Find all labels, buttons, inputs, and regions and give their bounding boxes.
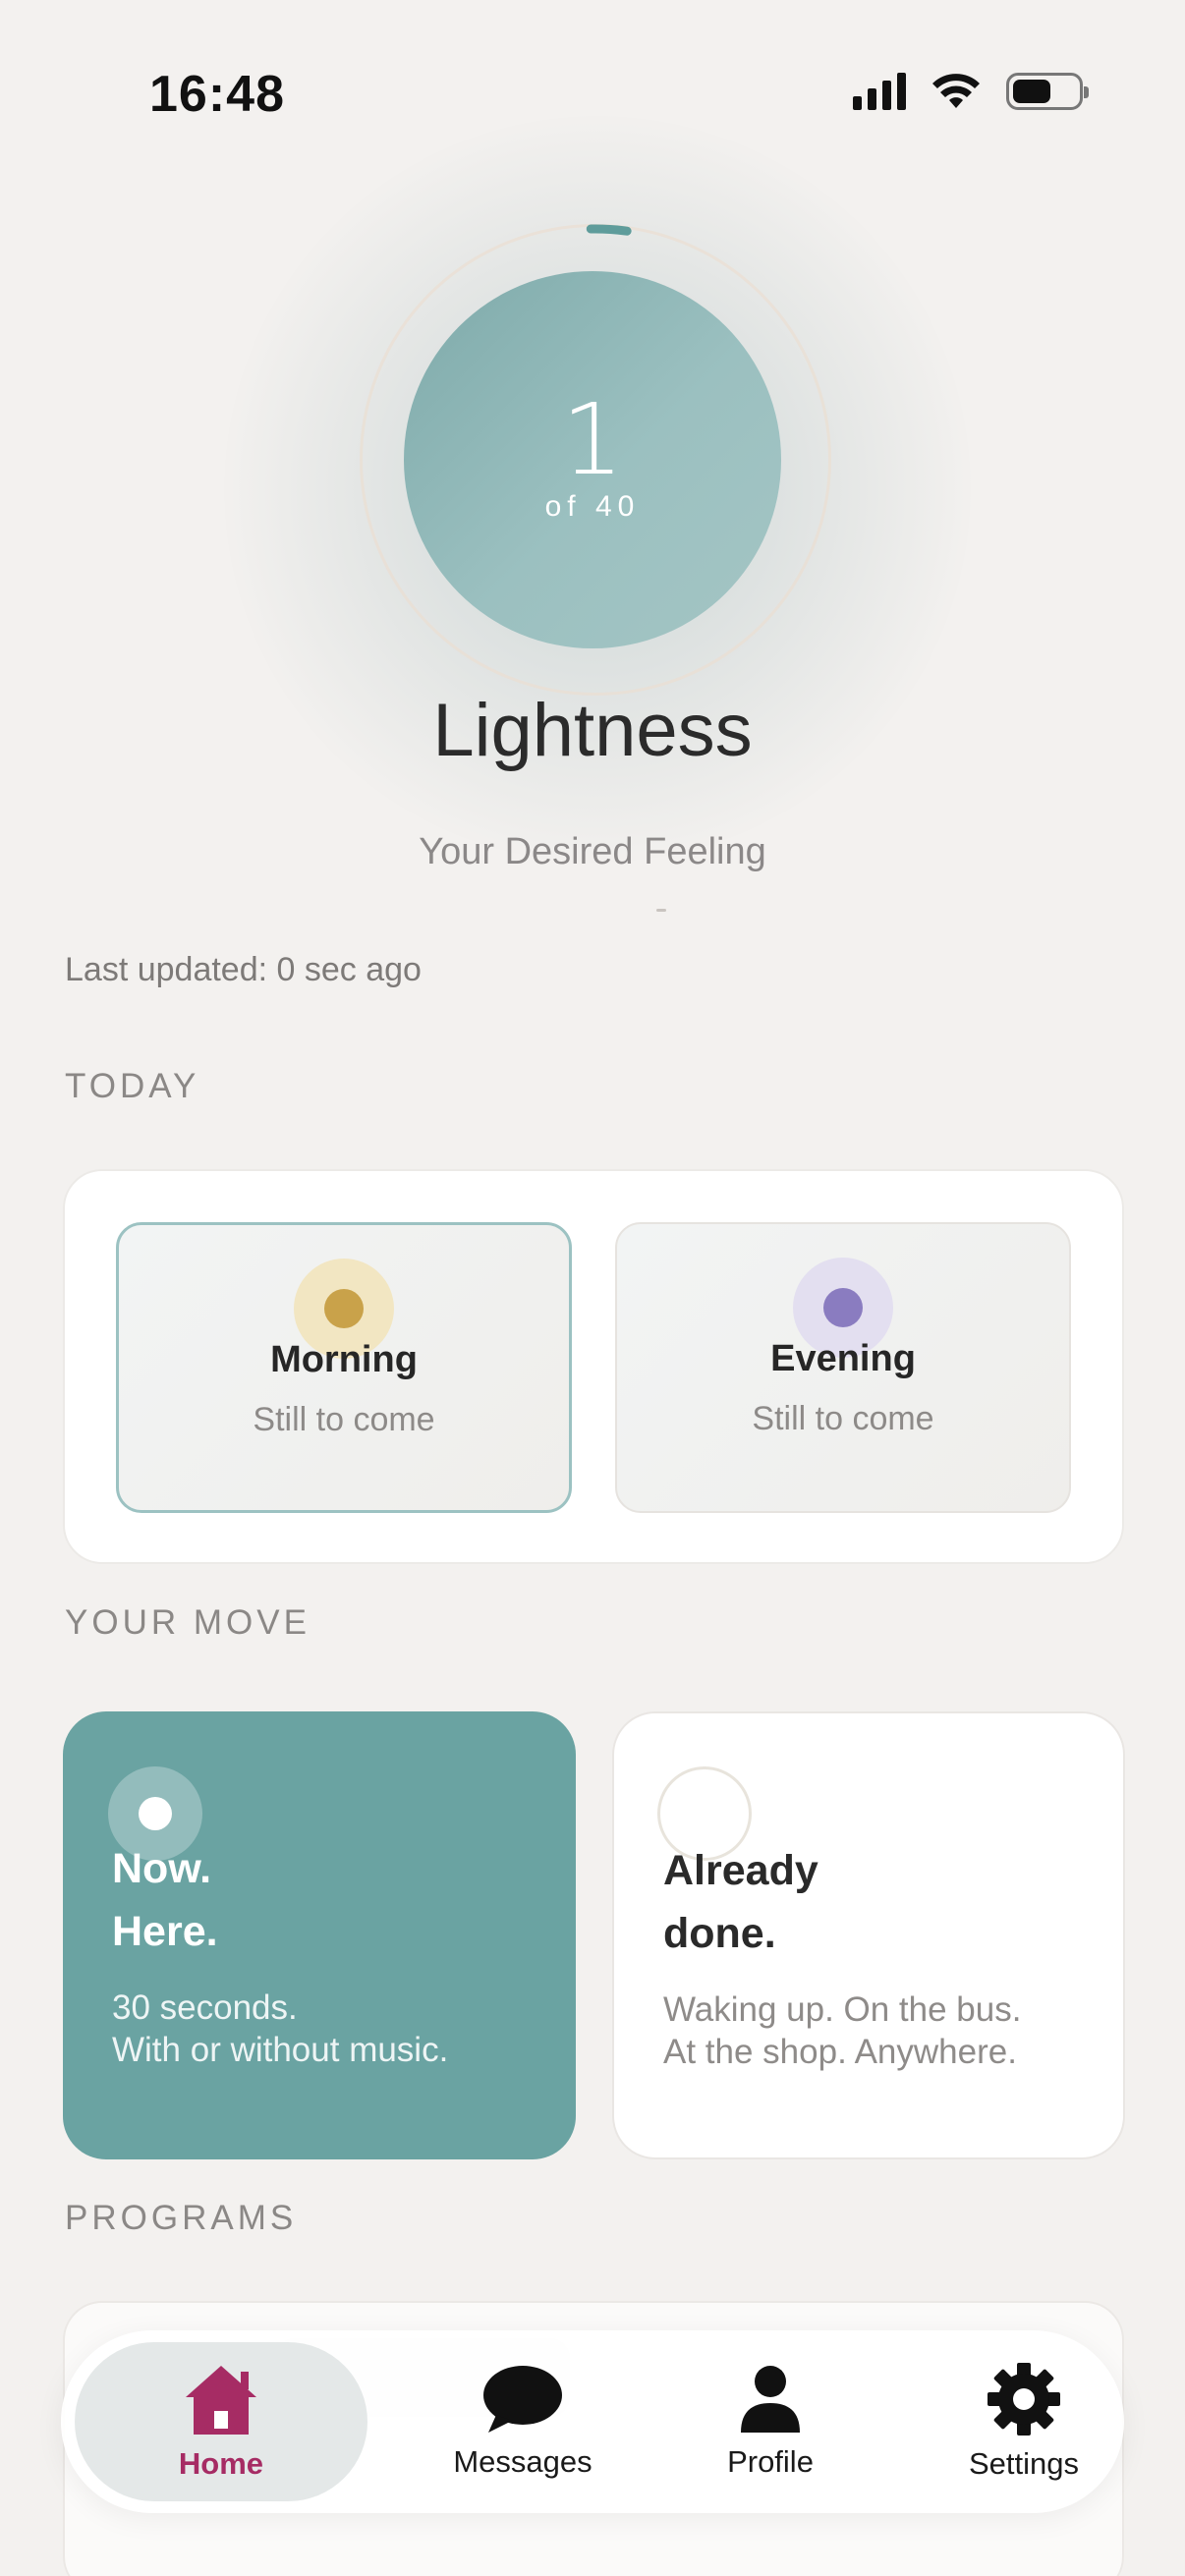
slot-status: Still to come [752, 1400, 934, 1437]
progress-total: of 40 [544, 490, 641, 523]
feeling-title: Lightness [432, 689, 753, 772]
evening-slot[interactable]: Evening Still to come [615, 1222, 1071, 1513]
section-label-programs: PROGRAMS [65, 2199, 298, 2237]
card-title: Now. Here. [112, 1845, 218, 1955]
battery-icon [1006, 73, 1089, 110]
person-icon [741, 2366, 800, 2433]
status-time: 16:48 [149, 66, 285, 123]
slot-title: Morning [270, 1339, 418, 1380]
tab-profile[interactable]: Profile [643, 2330, 898, 2513]
cellular-signal-icon [853, 73, 906, 110]
tab-label: Home [178, 2446, 264, 2481]
slot-title: Evening [770, 1338, 916, 1379]
tab-label: Settings [968, 2446, 1079, 2481]
now-here-card[interactable]: Now. Here. 30 seconds. With or without m… [63, 1711, 576, 2159]
tab-label: Messages [453, 2444, 592, 2479]
house-icon [186, 2366, 256, 2435]
tab-home[interactable]: Home [75, 2342, 367, 2501]
tab-messages[interactable]: Messages [395, 2330, 650, 2513]
card-body: Waking up. On the bus. At the shop. Anyw… [663, 1990, 1022, 2071]
slot-status: Still to come [253, 1401, 435, 1438]
last-updated-text: Last updated: 0 sec ago [65, 951, 422, 988]
wifi-icon [932, 74, 980, 108]
status-icons [853, 73, 1089, 110]
feeling-subtitle: Your Desired Feeling [419, 831, 766, 872]
card-title: Already done. [663, 1847, 818, 1957]
page-indicator [656, 909, 666, 912]
already-done-card[interactable]: Already done. Waking up. On the bus. At … [612, 1711, 1125, 2159]
today-card: Morning Still to come Evening Still to c… [63, 1169, 1124, 1564]
tab-bar: Home Messages Profile Settings [61, 2330, 1124, 2513]
gear-icon [988, 2363, 1060, 2436]
progress-circle[interactable]: 1 of 40 [404, 271, 781, 648]
section-label-today: TODAY [65, 1067, 200, 1105]
tab-settings[interactable]: Settings [896, 2330, 1152, 2513]
progress-count: 1 [561, 382, 624, 497]
card-body: 30 seconds. With or without music. [112, 1988, 449, 2069]
chat-bubble-icon [483, 2366, 562, 2433]
home-screen: 16:48 1 of 40 Lightness Your Desired Fee… [0, 0, 1185, 2576]
section-label-your-move: YOUR MOVE [65, 1603, 310, 1642]
morning-slot[interactable]: Morning Still to come [116, 1222, 572, 1513]
tab-label: Profile [727, 2444, 814, 2479]
